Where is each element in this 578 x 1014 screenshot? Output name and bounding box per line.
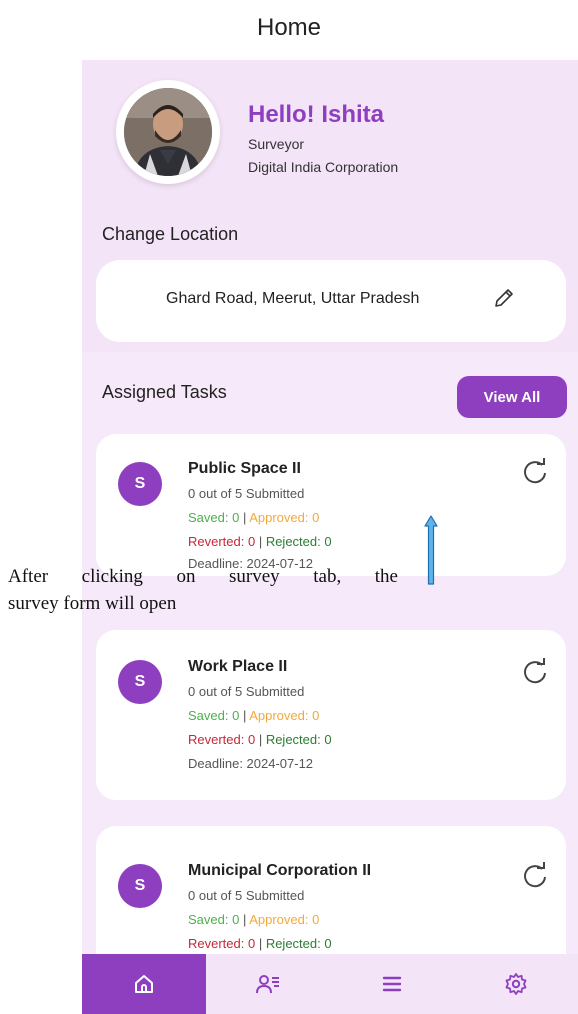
avatar-ring <box>116 80 220 184</box>
pencil-edit-icon[interactable] <box>492 286 516 310</box>
task-saved-approved: Saved: 0 | Approved: 0 <box>188 708 320 723</box>
task-reverted-rejected: Reverted: 0 | Rejected: 0 <box>188 732 332 747</box>
users-list-icon <box>256 975 279 994</box>
refresh-icon[interactable] <box>520 656 550 686</box>
rejected-count: Rejected: 0 <box>265 732 332 747</box>
annotation-line-2: survey form will open <box>8 593 177 614</box>
page-title: Home <box>256 14 322 41</box>
user-organization: Digital India Corporation <box>248 159 399 175</box>
menu-icon <box>382 976 402 992</box>
task-saved-approved: Saved: 0 | Approved: 0 <box>188 510 320 525</box>
saved-count: Saved: 0 <box>188 708 240 723</box>
annotation-line-1: After clicking on survey tab, the <box>8 566 398 587</box>
task-title: Municipal Corporation II <box>188 862 372 879</box>
user-role: Surveyor <box>248 136 305 152</box>
view-all-button[interactable]: View All <box>457 376 567 418</box>
task-title: Work Place II <box>188 658 288 675</box>
app-screen: Hello! Ishita Surveyor Digital India Cor… <box>82 60 578 1014</box>
greeting-text: Hello! Ishita <box>248 101 385 128</box>
avatar-photo <box>124 88 212 176</box>
task-card[interactable]: S Work Place II 0 out of 5 Submitted Sav… <box>96 630 566 800</box>
profile-card: Hello! Ishita Surveyor Digital India Cor… <box>82 60 578 352</box>
task-avatar: S <box>118 660 162 704</box>
settings-gear-icon <box>505 973 527 995</box>
avatar[interactable] <box>124 88 212 176</box>
approved-count: Approved: 0 <box>249 708 320 723</box>
task-submitted-count: 0 out of 5 Submitted <box>188 888 305 903</box>
assigned-tasks-title: Assigned Tasks <box>102 382 227 402</box>
task-avatar: S <box>118 864 162 908</box>
location-value: Ghard Road, Meerut, Uttar Pradesh <box>166 290 420 307</box>
refresh-icon[interactable] <box>520 860 550 890</box>
nav-menu[interactable] <box>330 954 454 1014</box>
task-saved-approved: Saved: 0 | Approved: 0 <box>188 912 320 927</box>
approved-count: Approved: 0 <box>249 510 320 525</box>
saved-count: Saved: 0 <box>188 912 240 927</box>
task-title: Public Space II <box>188 460 301 477</box>
task-deadline: Deadline: 2024-07-12 <box>188 756 314 771</box>
bottom-navigation <box>82 954 578 1014</box>
nav-home[interactable] <box>82 954 206 1014</box>
task-reverted-rejected: Reverted: 0 | Rejected: 0 <box>188 534 332 549</box>
reverted-count: Reverted: 0 <box>188 732 256 747</box>
rejected-count: Rejected: 0 <box>265 936 332 951</box>
location-field[interactable]: Ghard Road, Meerut, Uttar Pradesh <box>96 260 566 342</box>
page-header: Home <box>0 0 578 60</box>
refresh-icon[interactable] <box>520 456 550 486</box>
change-location-label: Change Location <box>102 224 239 244</box>
task-submitted-count: 0 out of 5 Submitted <box>188 684 305 699</box>
nav-settings[interactable] <box>454 954 578 1014</box>
approved-count: Approved: 0 <box>249 912 320 927</box>
reverted-count: Reverted: 0 <box>188 936 256 951</box>
annotation-arrow-icon <box>424 515 438 585</box>
task-submitted-count: 0 out of 5 Submitted <box>188 486 305 501</box>
reverted-count: Reverted: 0 <box>188 534 256 549</box>
task-card[interactable]: S Public Space II 0 out of 5 Submitted S… <box>96 434 566 576</box>
assigned-tasks-section: Assigned Tasks View All S Public Space I… <box>82 358 578 1014</box>
rejected-count: Rejected: 0 <box>265 534 332 549</box>
task-reverted-rejected: Reverted: 0 | Rejected: 0 <box>188 936 332 951</box>
home-icon <box>135 975 153 993</box>
annotation-note: After clicking on survey tab, the survey… <box>8 563 398 617</box>
task-avatar: S <box>118 462 162 506</box>
saved-count: Saved: 0 <box>188 510 240 525</box>
nav-users[interactable] <box>206 954 330 1014</box>
